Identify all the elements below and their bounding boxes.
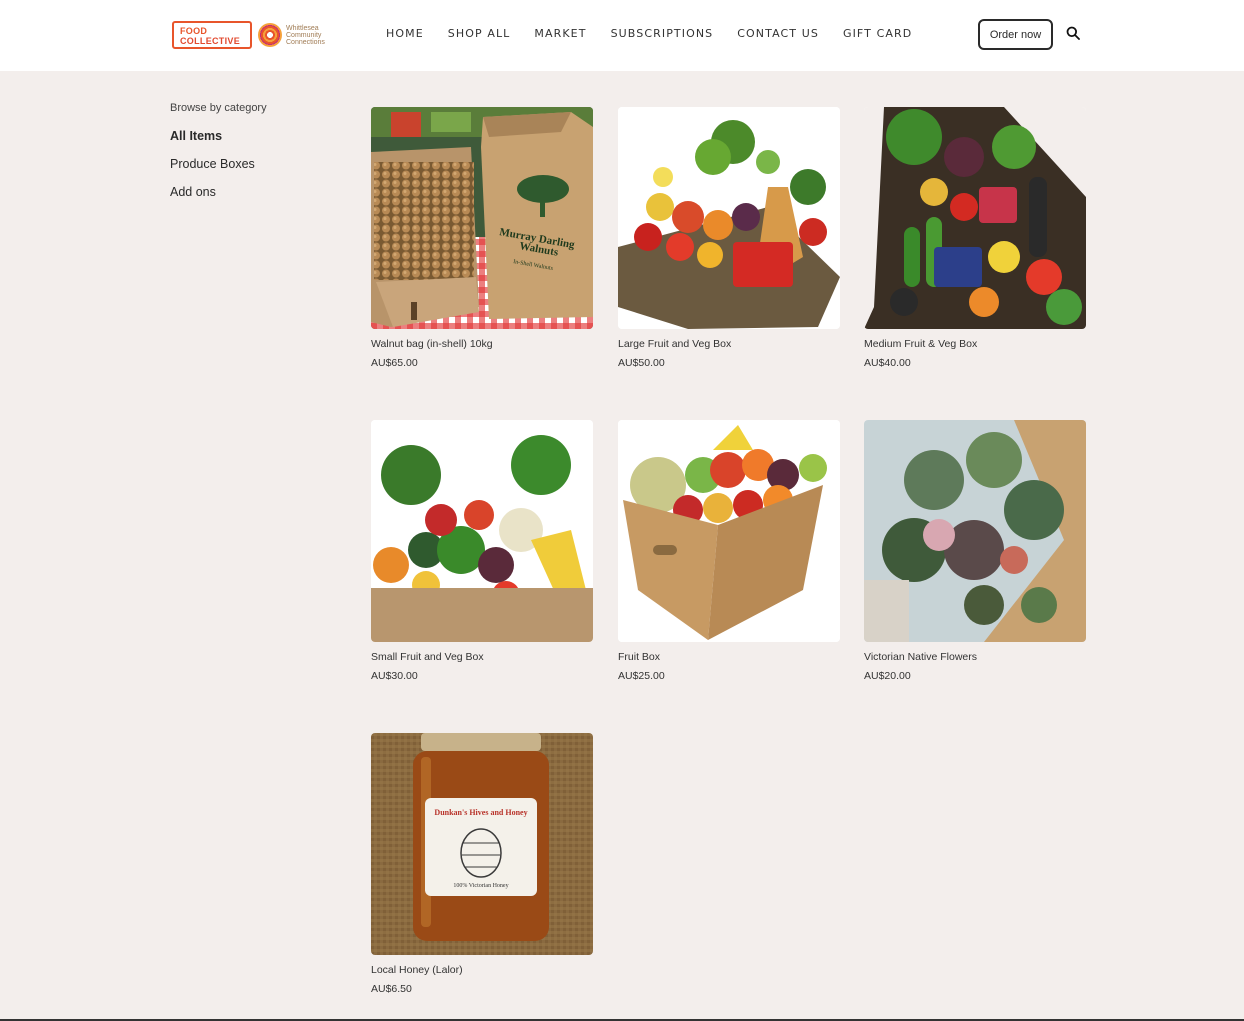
product-card[interactable]: Small Fruit and Veg Box AU$30.00 — [371, 420, 593, 682]
order-now-button[interactable]: Order now — [978, 19, 1053, 50]
honey-label-title: Dunkan's Hives and Honey — [434, 808, 527, 817]
whittlesea-community-connections-logo[interactable]: Whittlesea Community Connections — [258, 21, 338, 49]
product-image-large-box[interactable] — [618, 107, 840, 329]
nav-gift-card[interactable]: GIFT CARD — [843, 26, 912, 42]
product-image-walnut-bag[interactable]: Murray Darling Walnuts In-Shell Walnuts — [371, 107, 593, 329]
site-header: FOOD COLLECTIVE Whittlesea Community Con… — [0, 0, 1244, 71]
category-add-ons[interactable]: Add ons — [170, 184, 267, 200]
category-all-items[interactable]: All Items — [170, 128, 267, 144]
product-price: AU$40.00 — [864, 357, 911, 369]
wcc-line3: Connections — [286, 38, 325, 46]
product-name[interactable]: Small Fruit and Veg Box — [371, 651, 593, 663]
product-image-local-honey[interactable]: Dunkan's Hives and Honey 100% Victorian … — [371, 733, 593, 955]
product-card[interactable]: Victorian Native Flowers AU$20.00 — [864, 420, 1086, 682]
product-price: AU$65.00 — [371, 357, 418, 369]
product-image-medium-box[interactable] — [864, 107, 1086, 329]
product-image-small-box[interactable] — [371, 420, 593, 642]
product-price: AU$50.00 — [618, 357, 665, 369]
sidebar-heading: Browse by category — [170, 102, 267, 114]
fruit-box-illustration — [618, 420, 840, 642]
search-icon[interactable] — [1066, 26, 1080, 40]
medium-box-illustration — [864, 107, 1086, 329]
category-produce-boxes[interactable]: Produce Boxes — [170, 156, 267, 172]
wcc-emblem-icon — [258, 23, 282, 47]
wcc-line1: Whittlesea — [286, 24, 319, 32]
food-collective-logo[interactable]: FOOD COLLECTIVE — [172, 21, 252, 49]
product-name[interactable]: Local Honey (Lalor) — [371, 964, 593, 976]
nav-shop-all[interactable]: SHOP ALL — [448, 26, 511, 42]
product-card[interactable]: Medium Fruit & Veg Box AU$40.00 — [864, 107, 1086, 369]
category-sidebar: Browse by category All Items Produce Box… — [170, 102, 267, 212]
nav-subscriptions[interactable]: SUBSCRIPTIONS — [611, 26, 714, 42]
product-card[interactable]: Dunkan's Hives and Honey 100% Victorian … — [371, 733, 593, 995]
small-box-illustration — [371, 420, 593, 642]
wcc-logo-text: Whittlesea Community Connections — [286, 25, 325, 46]
main-nav: HOME SHOP ALL MARKET SUBSCRIPTIONS CONTA… — [386, 26, 936, 42]
product-name[interactable]: Walnut bag (in-shell) 10kg — [371, 338, 593, 350]
nav-home[interactable]: HOME — [386, 26, 424, 42]
logo-text-line2: COLLECTIVE — [180, 36, 241, 46]
product-name[interactable]: Medium Fruit & Veg Box — [864, 338, 1086, 350]
product-card[interactable]: Murray Darling Walnuts In-Shell Walnuts … — [371, 107, 593, 369]
product-price: AU$30.00 — [371, 670, 418, 682]
product-name[interactable]: Fruit Box — [618, 651, 840, 663]
product-name[interactable]: Victorian Native Flowers — [864, 651, 1086, 663]
wcc-line2: Community — [286, 31, 322, 39]
honey-label-subtitle: 100% Victorian Honey — [453, 883, 508, 889]
product-card[interactable]: Fruit Box AU$25.00 — [618, 420, 840, 682]
product-price: AU$6.50 — [371, 983, 412, 995]
product-image-native-flowers[interactable] — [864, 420, 1086, 642]
native-flowers-illustration — [864, 420, 1086, 642]
nav-contact-us[interactable]: CONTACT US — [737, 26, 819, 42]
logo-text-line1: FOOD — [180, 26, 208, 36]
honey-jar-illustration: Dunkan's Hives and Honey 100% Victorian … — [371, 733, 593, 955]
large-box-illustration — [618, 107, 840, 329]
product-image-fruit-box[interactable] — [618, 420, 840, 642]
nav-market[interactable]: MARKET — [534, 26, 586, 42]
product-price: AU$25.00 — [618, 670, 665, 682]
product-name[interactable]: Large Fruit and Veg Box — [618, 338, 840, 350]
product-card[interactable]: Large Fruit and Veg Box AU$50.00 — [618, 107, 840, 369]
product-price: AU$20.00 — [864, 670, 911, 682]
walnut-bag-illustration: Murray Darling Walnuts In-Shell Walnuts — [371, 107, 593, 329]
